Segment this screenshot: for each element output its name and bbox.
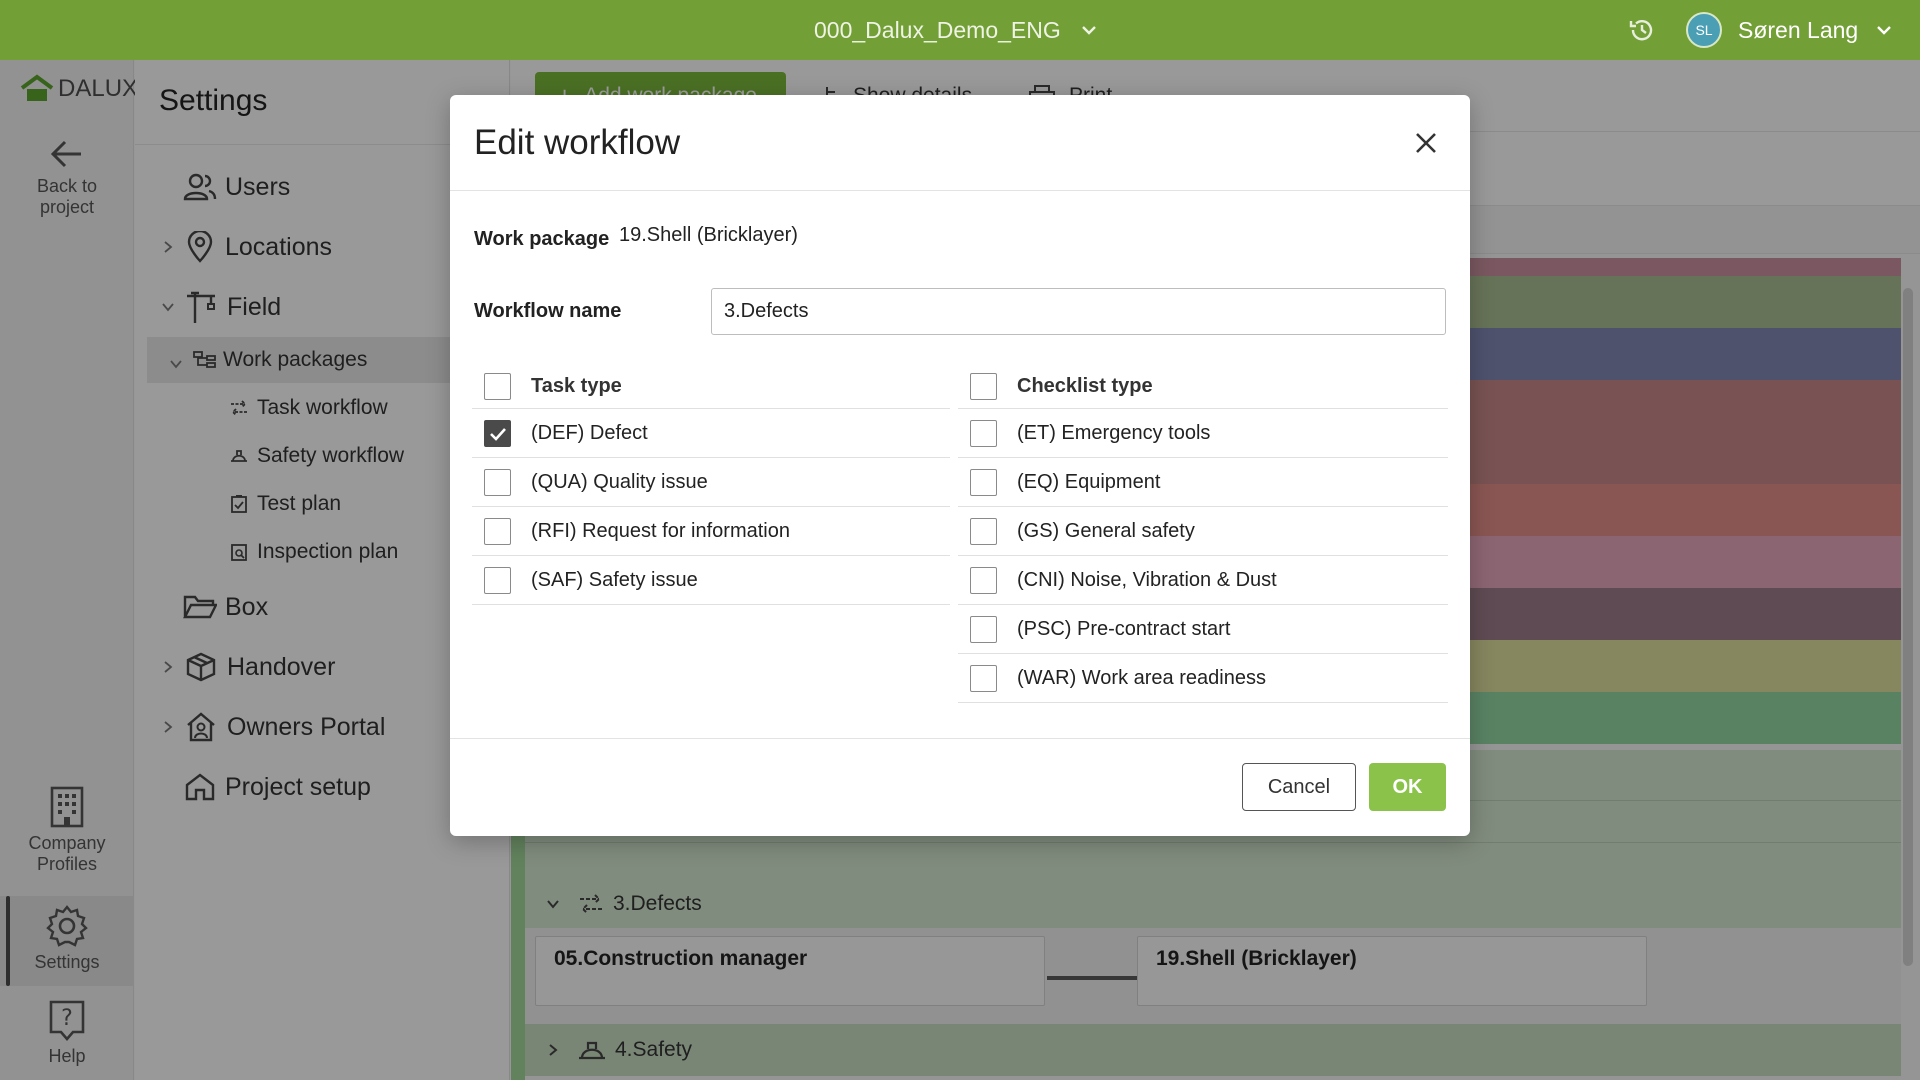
checklist-type-row: (PSC) Pre-contract start — [958, 605, 1448, 654]
row-divider — [958, 702, 1448, 703]
task-type-row: (DEF) Defect — [472, 409, 950, 458]
checklist-type-label: (WAR) Work area readiness — [1017, 667, 1266, 689]
task-type-label: (DEF) Defect — [531, 422, 648, 444]
chevron-down-icon — [1877, 26, 1892, 35]
task-type-row: (RFI) Request for information — [472, 507, 950, 556]
checklist-type-label: (ET) Emergency tools — [1017, 422, 1211, 444]
task-type-label: (QUA) Quality issue — [531, 471, 708, 493]
checklist-type-label: (CNI) Noise, Vibration & Dust — [1017, 569, 1277, 591]
work-package-label: Work package — [474, 228, 610, 250]
checklist-type-checkbox[interactable] — [970, 469, 997, 496]
row-divider — [472, 604, 950, 605]
checklist-type-label: (PSC) Pre-contract start — [1017, 618, 1231, 640]
checklist-type-row: (ET) Emergency tools — [958, 409, 1448, 458]
checklist-type-header: Checklist type — [1017, 374, 1153, 397]
task-type-header-row: Task type — [472, 363, 950, 409]
checklist-type-row: (CNI) Noise, Vibration & Dust — [958, 556, 1448, 605]
checklist-type-header-row: Checklist type — [958, 363, 1448, 409]
task-type-row: (SAF) Safety issue — [472, 556, 950, 605]
task-type-label: (SAF) Safety issue — [531, 569, 698, 591]
edit-workflow-dialog: Edit workflow Work package 19.Shell (Bri… — [450, 95, 1470, 836]
task-type-label: (RFI) Request for information — [531, 520, 790, 542]
checklist-type-label: (GS) General safety — [1017, 520, 1195, 542]
checklist-type-checkbox[interactable] — [970, 518, 997, 545]
ok-button[interactable]: OK — [1369, 763, 1446, 811]
task-type-checkbox[interactable] — [484, 469, 511, 496]
select-all-task-types-checkbox[interactable] — [484, 372, 511, 400]
top-bar: 000_Dalux_Demo_ENG SL Søren Lang — [0, 0, 1920, 60]
checklist-type-checkbox[interactable] — [970, 616, 997, 643]
checklist-type-checkbox[interactable] — [970, 420, 997, 447]
dialog-divider — [450, 190, 1470, 191]
history-icon[interactable] — [1624, 12, 1660, 48]
project-switcher[interactable]: 000_Dalux_Demo_ENG — [814, 0, 1099, 60]
close-icon — [1416, 133, 1436, 153]
checklist-type-checkbox[interactable] — [970, 567, 997, 594]
task-type-checkbox[interactable] — [484, 518, 511, 545]
workflow-name-label: Workflow name — [474, 300, 622, 322]
avatar: SL — [1686, 12, 1722, 48]
cancel-button[interactable]: Cancel — [1242, 763, 1356, 811]
task-type-header: Task type — [531, 374, 622, 397]
checklist-type-label: (EQ) Equipment — [1017, 471, 1161, 493]
task-type-row: (QUA) Quality issue — [472, 458, 950, 507]
user-menu[interactable]: SL Søren Lang — [1686, 10, 1894, 50]
checklist-type-row: (GS) General safety — [958, 507, 1448, 556]
close-button[interactable] — [1408, 125, 1444, 161]
select-all-checklist-types-checkbox[interactable] — [970, 372, 997, 400]
checkmark-icon — [489, 427, 506, 441]
checklist-type-row: (WAR) Work area readiness — [958, 654, 1448, 703]
checklist-type-checkbox[interactable] — [970, 665, 997, 692]
chevron-down-icon — [1081, 26, 1096, 35]
dialog-title: Edit workflow — [474, 123, 681, 162]
project-name: 000_Dalux_Demo_ENG — [814, 16, 1061, 43]
work-package-value: 19.Shell (Bricklayer) — [619, 224, 798, 246]
task-type-checkbox[interactable] — [484, 567, 511, 594]
checklist-type-row: (EQ) Equipment — [958, 458, 1448, 507]
user-name: Søren Lang — [1738, 16, 1859, 43]
workflow-name-input[interactable] — [711, 288, 1446, 335]
dialog-divider — [450, 738, 1470, 739]
task-type-checkbox[interactable] — [484, 420, 511, 447]
